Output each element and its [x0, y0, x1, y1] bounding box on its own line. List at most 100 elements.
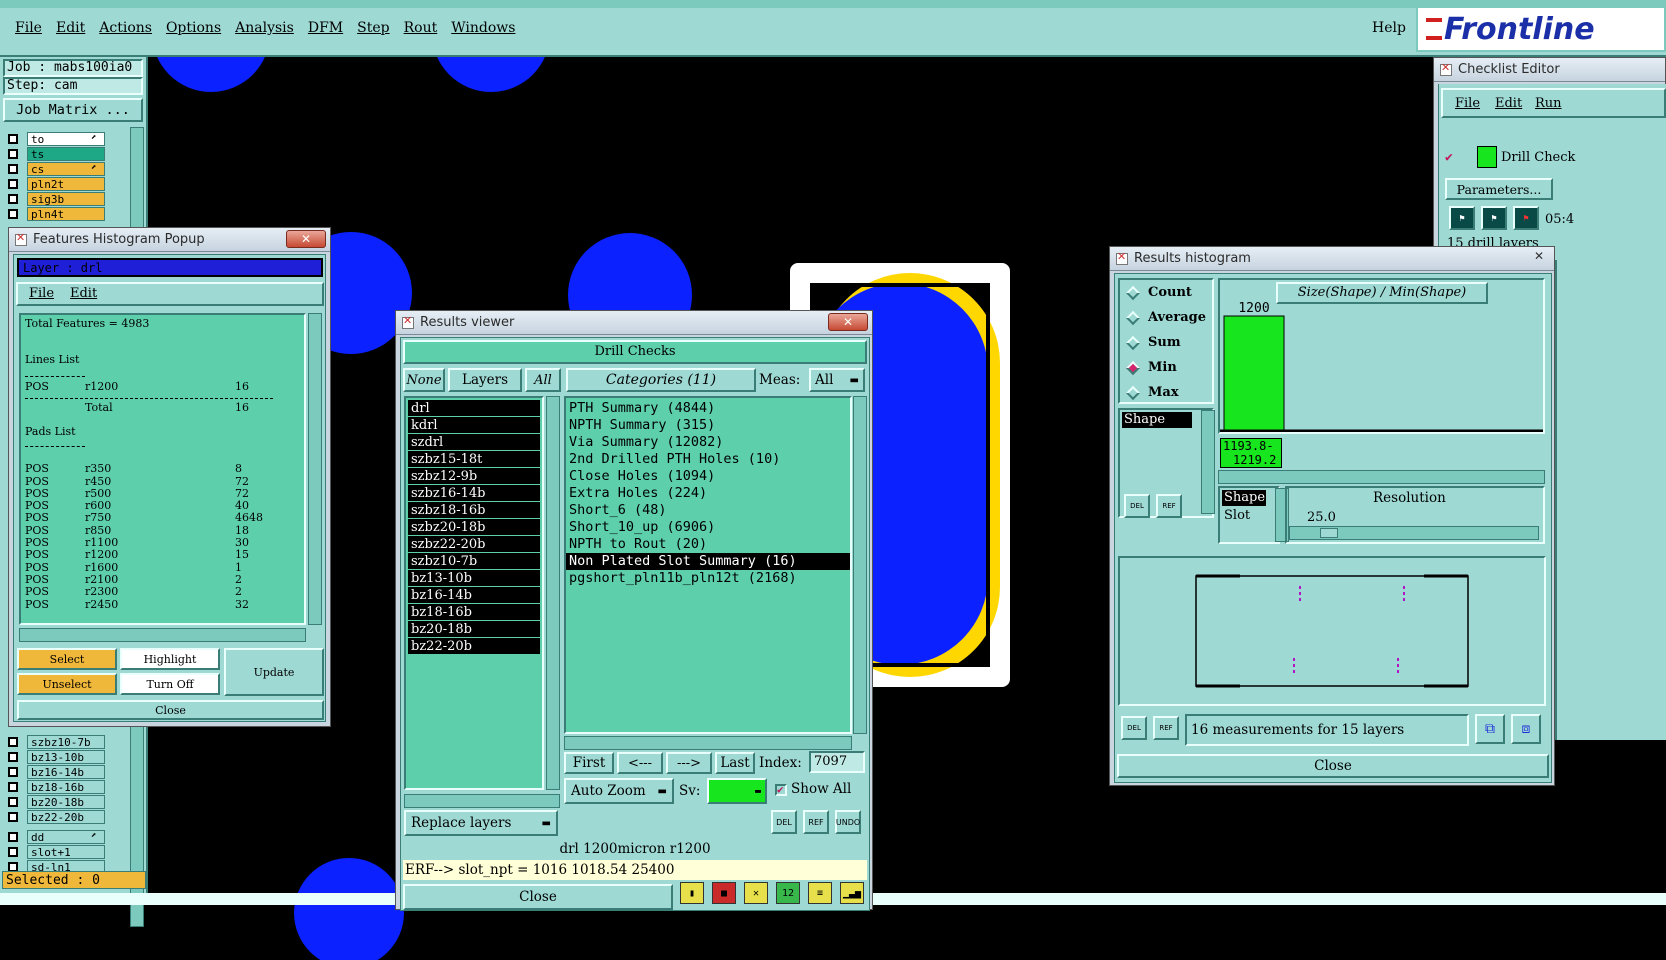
layer-list-item[interactable]: bz20-18b [408, 621, 540, 638]
layer-checkbox[interactable] [8, 766, 18, 777]
layer-row[interactable]: slot+1 [4, 844, 122, 859]
layer-list-item[interactable]: szbz20-18b [408, 519, 540, 536]
layer-row[interactable]: szbz10-7b [4, 734, 122, 749]
layer-list-bottom[interactable]: szbz10-7b bz13-10b bz16-14b bz18-16b bz20-18… [4, 734, 122, 824]
layer-name[interactable]: bz16-14b [27, 764, 105, 779]
layer-name[interactable]: pln4t [27, 206, 105, 221]
menu-edit[interactable]: Edit [70, 286, 97, 301]
category-list-item[interactable]: Extra Holes (224) [566, 485, 850, 502]
layer-list-item[interactable]: bz16-14b [408, 587, 540, 604]
layer-list-item[interactable]: bz18-16b [408, 604, 540, 621]
layer-list-scrollbar-h[interactable] [404, 794, 560, 808]
layer-list-item[interactable]: szbz22-20b [408, 536, 540, 553]
window-close-button[interactable]: ✕ [286, 230, 326, 248]
layer-checkbox[interactable] [8, 178, 18, 189]
layer-row[interactable]: dd ⬈ [4, 829, 122, 844]
layer-row[interactable]: sig3b [4, 191, 122, 206]
window-close-button[interactable]: ✕ [828, 313, 868, 331]
categories-button[interactable]: Categories (11) [566, 368, 756, 392]
layer-name[interactable]: pln2t [27, 176, 105, 191]
layer-name[interactable]: sig3b [27, 191, 105, 206]
parameters-button[interactable]: Parameters... [1445, 178, 1553, 200]
auto-zoom-select[interactable]: Auto Zoom ▬ [564, 778, 674, 804]
radio-indicator[interactable] [1125, 310, 1141, 325]
layer-checkbox[interactable] [8, 781, 18, 792]
zoom-icon[interactable]: ⧉ [1475, 714, 1505, 744]
layer-row[interactable]: bz18-16b [4, 779, 122, 794]
layer-list-item[interactable]: bz22-20b [408, 638, 540, 655]
layer-checkbox[interactable] [8, 846, 18, 857]
radio-indicator[interactable] [1125, 385, 1141, 400]
layer-name[interactable]: bz18-16b [27, 779, 105, 794]
menu-windows[interactable]: Windows [444, 20, 522, 36]
category-list-item[interactable]: NPTH to Rout (20) [566, 536, 850, 553]
layer-list[interactable]: drl kdrl szdrl szbz15-18t szbz12-9b szbz16-14… [404, 396, 544, 790]
resolution-slider[interactable] [1289, 526, 1539, 540]
radio-indicator[interactable] [1125, 335, 1141, 350]
drill-check-label[interactable]: Drill Check [1501, 150, 1575, 165]
layer-list-item[interactable]: szdrl [408, 434, 540, 451]
layer-checkbox[interactable] [8, 751, 18, 762]
run-next-icon[interactable]: ⚑ [1513, 206, 1539, 230]
features-close-button[interactable]: Close [17, 700, 324, 720]
category-list-item[interactable]: Non Plated Slot Summary (16) [566, 553, 850, 570]
layer-checkbox[interactable] [8, 193, 18, 204]
layer-row[interactable]: bz22-20b [4, 809, 122, 824]
radio-indicator[interactable] [1125, 360, 1141, 375]
layer-list-item[interactable]: bz13-10b [408, 570, 540, 587]
next-button[interactable]: ---> [666, 752, 712, 774]
shape-list-2[interactable]: Shape Slot [1218, 486, 1280, 544]
layer-list-top[interactable]: to ⬈ ts cs ⬈ pln2t sig3b pln4t [4, 131, 122, 221]
run-all-icon[interactable]: ⚑ [1481, 206, 1507, 230]
category-list-scrollbar[interactable] [853, 396, 867, 734]
layer-list-item[interactable]: drl [408, 400, 540, 417]
layer-row[interactable]: cs ⬈ [4, 161, 122, 176]
shape-list-scrollbar[interactable] [1201, 410, 1215, 514]
chart-scrollbar-h[interactable] [1218, 470, 1545, 484]
aggregate-option-max[interactable]: Max [1120, 380, 1212, 405]
category-list-scrollbar-h[interactable] [564, 736, 852, 750]
layer-checkbox[interactable] [8, 148, 18, 159]
toolbar-note-icon[interactable]: ≡ [808, 882, 832, 904]
histogram-titlebar[interactable]: Results histogram ✕ [1110, 247, 1554, 271]
category-list-item[interactable]: Short_10_up (6906) [566, 519, 850, 536]
layer-name[interactable]: szbz10-7b [27, 734, 105, 749]
unselect-button[interactable]: Unselect [17, 673, 117, 695]
layer-name[interactable]: bz22-20b [27, 809, 105, 824]
layer-row[interactable]: pln4t [4, 206, 122, 221]
del-button[interactable]: DEL [771, 810, 797, 834]
histogram-close-button[interactable]: Close [1117, 754, 1549, 778]
del-button[interactable]: DEL [1124, 494, 1150, 518]
aggregate-option-average[interactable]: Average [1120, 305, 1212, 330]
zoom-fit-icon[interactable]: ⧈ [1511, 714, 1541, 744]
category-list[interactable]: PTH Summary (4844) NPTH Summary (315) Via … [564, 396, 852, 734]
select-button[interactable]: Select [17, 648, 117, 670]
prev-button[interactable]: <--- [617, 752, 663, 774]
layer-row[interactable]: ts [4, 146, 122, 161]
layer-list-item[interactable]: kdrl [408, 417, 540, 434]
job-matrix-button[interactable]: Job Matrix ... [3, 98, 143, 122]
menu-file[interactable]: File [29, 286, 54, 301]
run-icon[interactable]: ⚑ [1449, 206, 1475, 230]
menu-analysis[interactable]: Analysis [228, 20, 301, 36]
ref-button[interactable]: REF [803, 810, 829, 834]
show-all-checkbox[interactable]: ✔ [775, 784, 787, 796]
layer-name[interactable]: bz20-18b [27, 794, 105, 809]
report-scrollbar-v[interactable] [308, 313, 322, 625]
layer-checkbox[interactable] [8, 861, 18, 872]
layer-checkbox[interactable] [8, 163, 18, 174]
features-popup-titlebar[interactable]: Features Histogram Popup ✕ [9, 228, 330, 252]
menu-rout[interactable]: Rout [397, 20, 445, 36]
toolbar-number-icon[interactable]: 12 [776, 882, 800, 904]
sv-color-select[interactable]: ▬ [707, 778, 767, 804]
layer-row[interactable]: bz13-10b [4, 749, 122, 764]
layer-checkbox[interactable] [8, 831, 18, 842]
update-button[interactable]: Update [224, 648, 324, 696]
aggregate-option-min[interactable]: Min [1120, 355, 1212, 380]
menu-options[interactable]: Options [159, 20, 228, 36]
layer-list-scrollbar[interactable] [546, 396, 560, 790]
menu-edit[interactable]: Edit [1495, 96, 1522, 111]
menu-help[interactable]: Help [1372, 20, 1406, 36]
layer-row[interactable]: pln2t [4, 176, 122, 191]
layer-checkbox[interactable] [8, 133, 18, 144]
